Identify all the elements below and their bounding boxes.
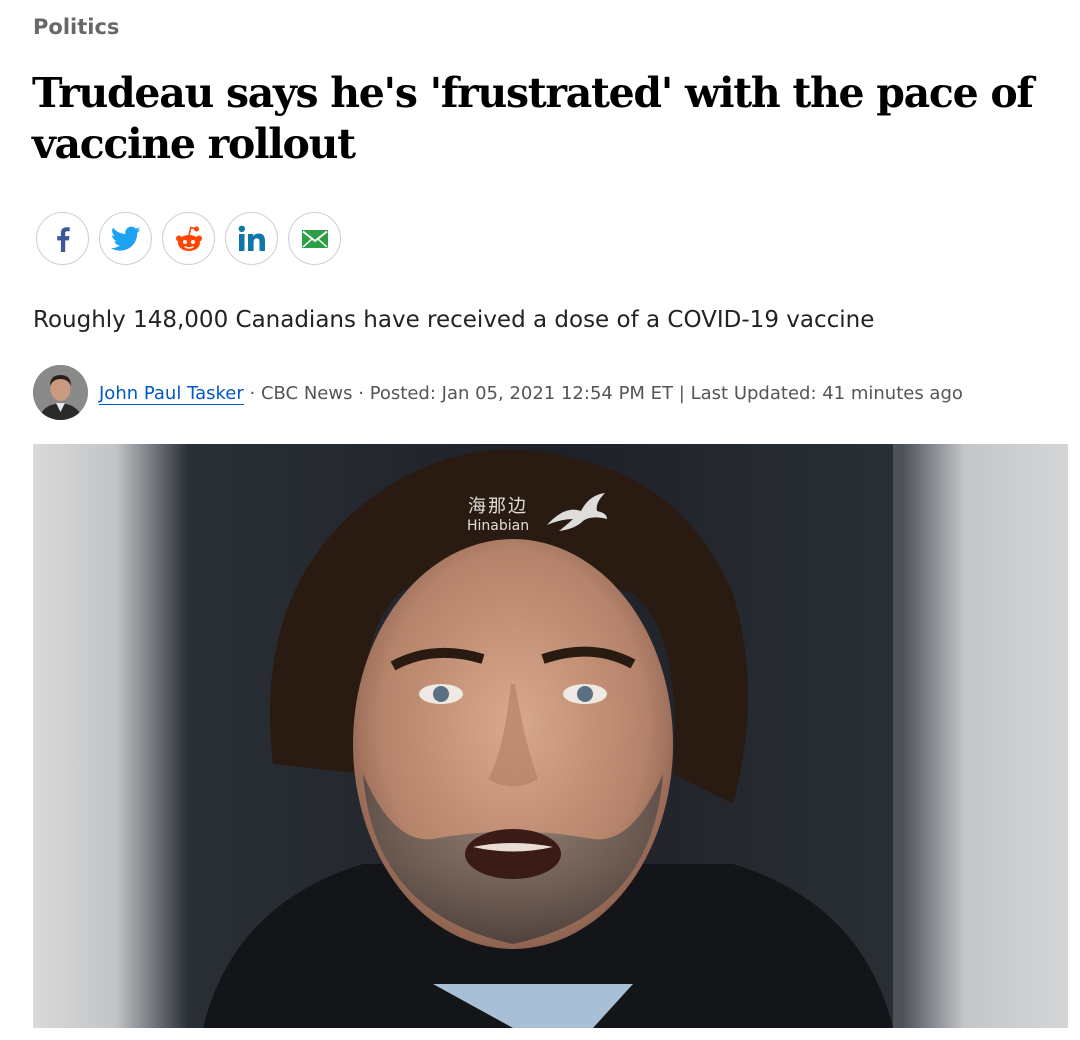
article-page: Politics Trudeau says he's 'frustrated' … [0, 0, 1080, 1040]
share-email-button[interactable] [288, 212, 341, 265]
share-bar [36, 212, 341, 266]
watermark-en: Hinabian [467, 518, 530, 534]
byline-pipe: | [678, 383, 685, 404]
posted-date: Posted: Jan 05, 2021 12:54 PM ET [369, 383, 674, 404]
watermark-bird-icon [547, 493, 607, 531]
author-avatar[interactable] [33, 365, 88, 420]
byline-separator: · [358, 383, 364, 404]
headline: Trudeau says he's 'frustrated' with the … [32, 69, 1034, 168]
facebook-icon [56, 226, 70, 252]
share-linkedin-button[interactable] [225, 212, 278, 265]
hero-image: 海那边 Hinabian [33, 444, 1068, 1028]
last-updated: Last Updated: 41 minutes ago [690, 383, 963, 404]
email-icon [301, 229, 328, 248]
byline-text: John Paul Tasker · CBC News · Posted: Ja… [99, 381, 963, 405]
watermark-cn: 海那边 [468, 496, 529, 517]
twitter-icon [110, 226, 140, 251]
linkedin-icon [238, 225, 265, 251]
reddit-icon [175, 226, 202, 251]
share-facebook-button[interactable] [36, 212, 89, 265]
news-source: CBC News [260, 383, 353, 404]
category-label[interactable]: Politics [33, 15, 119, 39]
author-link[interactable]: John Paul Tasker [99, 383, 244, 405]
watermark: 海那边 Hinabian [467, 493, 607, 535]
article-deck: Roughly 148,000 Canadians have received … [33, 307, 875, 333]
byline: John Paul Tasker · CBC News · Posted: Ja… [33, 364, 963, 421]
byline-separator: · [249, 383, 256, 404]
share-twitter-button[interactable] [99, 212, 152, 265]
author-photo [33, 365, 88, 420]
share-reddit-button[interactable] [162, 212, 215, 265]
